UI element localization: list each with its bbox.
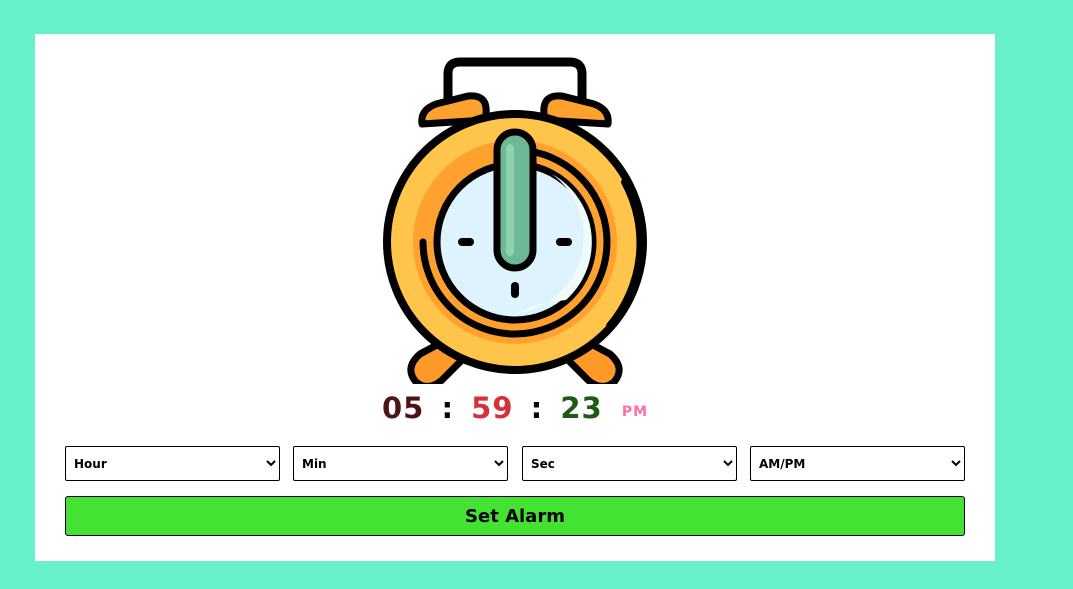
second-select[interactable]: Sec: [522, 446, 737, 481]
alarm-card: 05 : 59 : 23 PM Hour Min Sec AM/PM Set A…: [35, 34, 995, 561]
time-minutes: 59: [471, 391, 514, 425]
current-time-display: 05 : 59 : 23 PM: [35, 390, 995, 430]
time-ampm: PM: [621, 404, 649, 420]
time-separator: :: [441, 391, 455, 425]
hour-select[interactable]: Hour: [65, 446, 280, 481]
alarm-clock-icon: [380, 54, 650, 390]
time-hours: 05: [381, 391, 425, 425]
time-separator: :: [530, 391, 544, 425]
alarm-time-selectors: Hour Min Sec AM/PM: [65, 446, 965, 481]
ampm-select[interactable]: AM/PM: [750, 446, 965, 481]
minute-select[interactable]: Min: [293, 446, 508, 481]
set-alarm-button[interactable]: Set Alarm: [65, 496, 965, 536]
time-seconds: 23: [560, 391, 603, 425]
